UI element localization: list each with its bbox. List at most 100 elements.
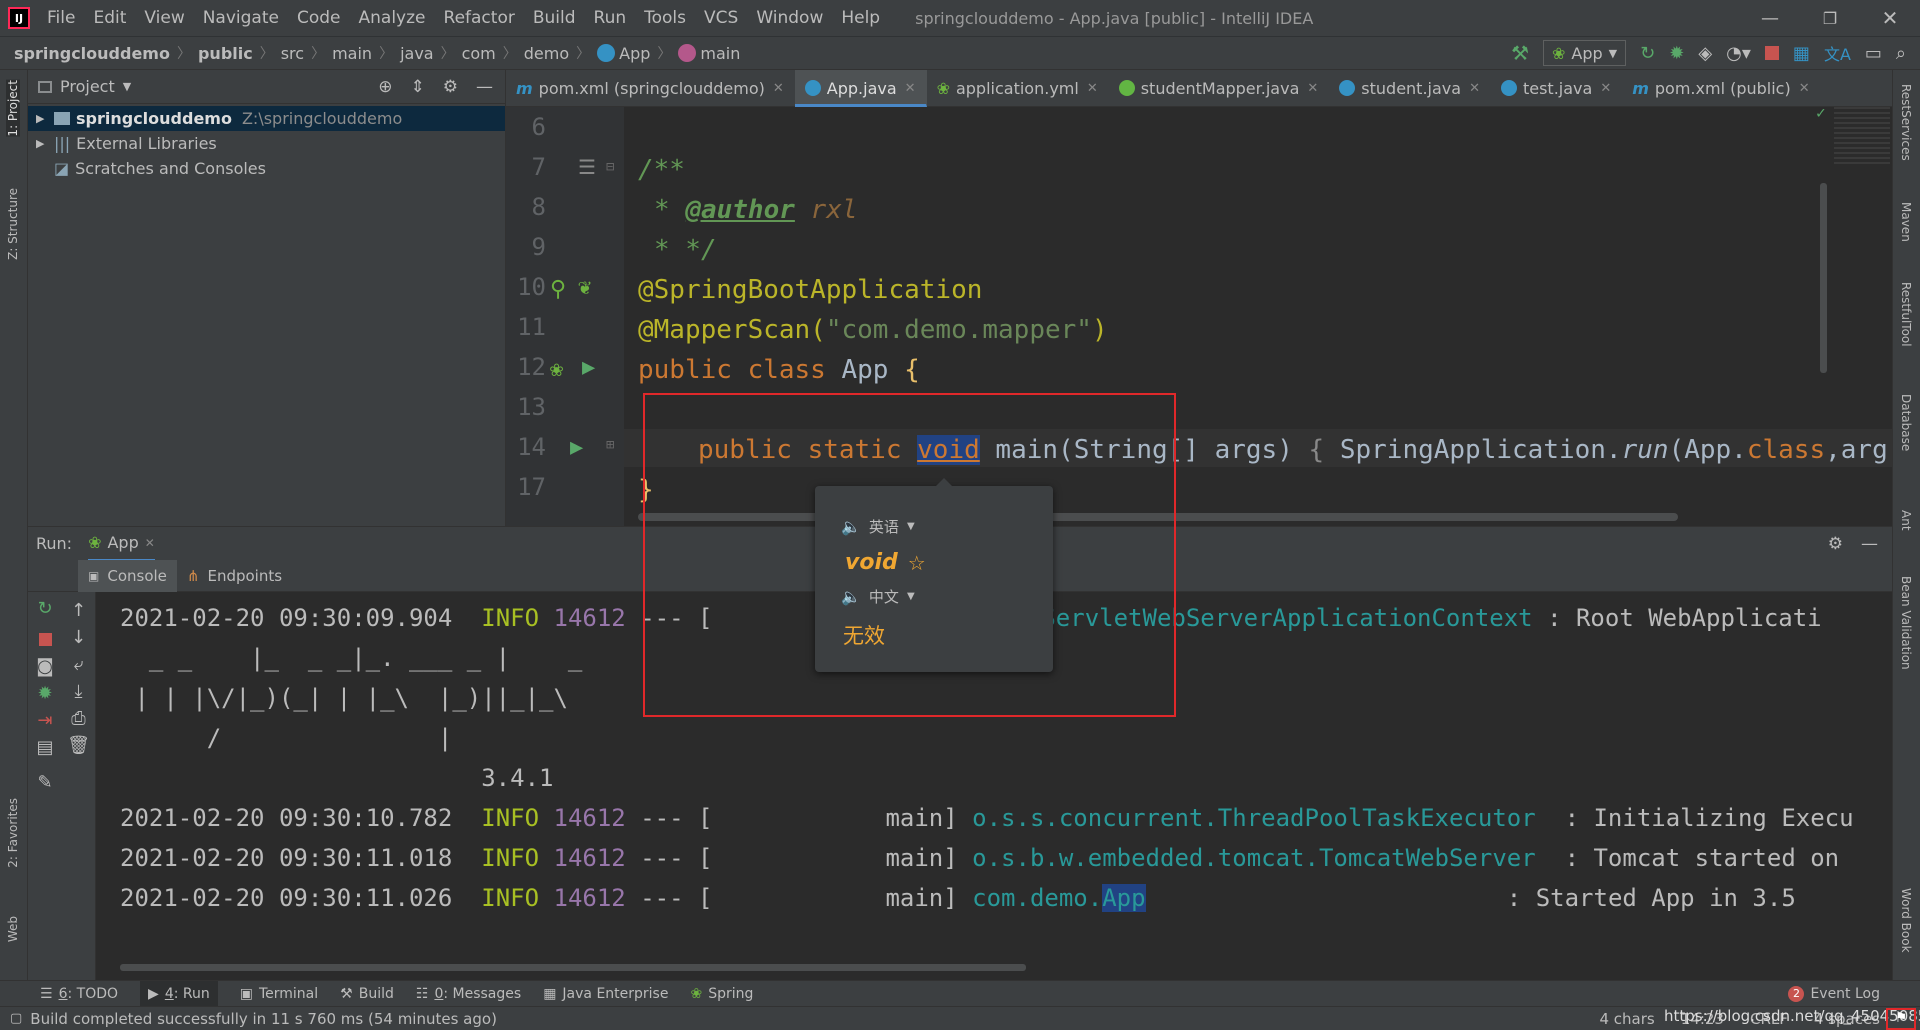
spring-leaf-icon[interactable]: ❦ xyxy=(578,275,591,300)
coverage-icon[interactable]: ◈ xyxy=(1698,43,1712,64)
messages-tool-button[interactable]: ☷ 0: Messages xyxy=(416,986,521,1002)
menu-run[interactable]: Run xyxy=(585,8,636,28)
menu-file[interactable]: File xyxy=(38,8,84,28)
chevron-down-icon[interactable]: ▼ xyxy=(907,591,915,602)
target-language-row[interactable]: 🔈 中文 ▼ xyxy=(841,586,915,607)
rerun-icon[interactable]: ↻ xyxy=(28,598,62,619)
java-enterprise-tool-button[interactable]: ▦ Java Enterprise xyxy=(543,986,668,1002)
tab-pom-springclouddemo[interactable]: m pom.xml (springclouddemo) ✕ xyxy=(506,70,795,107)
favorites-tool-button[interactable]: 2: Favorites xyxy=(6,798,20,868)
tab-endpoints[interactable]: ⋔ Endpoints xyxy=(177,560,292,592)
rest-services-tool-button[interactable]: RestServices xyxy=(1899,84,1913,161)
breadcrumb-project[interactable]: springclouddemo xyxy=(14,44,170,63)
tab-app-java[interactable]: App.java ✕ xyxy=(794,69,927,107)
tree-item-project[interactable]: ▶ springclouddemo Z:\springclouddemo xyxy=(28,106,505,131)
web-tool-button[interactable]: Web xyxy=(6,916,20,942)
collapse-all-icon[interactable]: ⇕ xyxy=(411,77,425,97)
speaker-icon[interactable]: 🔈 xyxy=(841,587,861,606)
search-icon[interactable]: ⌕ xyxy=(1896,43,1906,64)
close-icon[interactable]: ✕ xyxy=(145,536,155,550)
menu-build[interactable]: Build xyxy=(524,8,585,28)
word-book-tool-button[interactable]: Word Book xyxy=(1899,888,1913,953)
menu-tools[interactable]: Tools xyxy=(635,8,695,28)
layout-icon[interactable]: ▤ xyxy=(28,737,62,758)
tree-item-external-libraries[interactable]: ▶ ||| External Libraries xyxy=(28,131,505,156)
tab-console[interactable]: ▣ Console xyxy=(78,559,177,592)
run-tool-button[interactable]: ▶ 4: Run xyxy=(140,980,218,1007)
soft-wrap-icon[interactable]: ⤶ xyxy=(62,654,95,675)
run-config-tab[interactable]: ❀ App ✕ xyxy=(88,527,155,561)
build-tool-button[interactable]: ⚒ Build xyxy=(340,986,394,1002)
scroll-to-end-icon[interactable]: ⤓ xyxy=(62,681,95,702)
inspection-ok-icon[interactable]: ✓ xyxy=(1816,107,1826,122)
menu-window[interactable]: Window xyxy=(747,8,832,28)
fold-icon[interactable]: ⊞ xyxy=(606,437,614,453)
tab-pom-public[interactable]: m pom.xml (public) ✕ xyxy=(1622,70,1820,107)
spring-bean-icon[interactable]: ❀ xyxy=(550,357,563,382)
breadcrumb-src[interactable]: src xyxy=(281,44,304,63)
down-arrow-icon[interactable]: ↓ xyxy=(62,627,95,648)
close-icon[interactable]: ✕ xyxy=(1087,81,1098,96)
rerun-icon[interactable]: ↻ xyxy=(1640,43,1655,64)
breadcrumb-com[interactable]: com xyxy=(462,44,496,63)
trash-icon[interactable]: 🗑 xyxy=(62,735,95,756)
close-icon[interactable]: ✕ xyxy=(1860,6,1920,30)
project-structure-icon[interactable]: ▦ xyxy=(1793,43,1810,64)
status-message[interactable]: Build completed successfully in 11 s 760… xyxy=(30,1010,497,1028)
ant-tool-button[interactable]: Ant xyxy=(1899,510,1913,531)
fold-icon[interactable]: ⊟ xyxy=(606,159,614,175)
spring-tool-button[interactable]: ❀ Spring xyxy=(690,986,753,1002)
event-log-button[interactable]: 2 Event Log xyxy=(1788,985,1880,1002)
tab-test-java[interactable]: test.java ✕ xyxy=(1491,70,1622,107)
translate-icon[interactable]: 文A xyxy=(1824,41,1851,65)
close-icon[interactable]: ✕ xyxy=(1469,81,1480,96)
maven-tool-button[interactable]: Maven xyxy=(1899,202,1913,242)
menu-refactor[interactable]: Refactor xyxy=(435,8,524,28)
expand-arrow-icon[interactable]: ▶ xyxy=(36,137,54,150)
menu-view[interactable]: View xyxy=(135,8,193,28)
structure-tool-button[interactable]: Z: Structure xyxy=(6,188,20,260)
exit-icon[interactable]: ⇥ xyxy=(28,710,62,731)
stop-icon[interactable] xyxy=(1764,46,1779,60)
layout-icon[interactable]: ▭ xyxy=(1865,43,1882,64)
gear-icon[interactable]: ⚙ xyxy=(443,77,458,97)
horizontal-scrollbar[interactable] xyxy=(120,964,1026,971)
run-config-selector[interactable]: ❀ App ▼ xyxy=(1543,40,1627,66)
debug-icon[interactable]: ✹ xyxy=(1669,43,1684,64)
close-icon[interactable]: ✕ xyxy=(905,81,916,96)
close-icon[interactable]: ✕ xyxy=(1307,81,1318,96)
bean-validation-tool-button[interactable]: Bean Validation xyxy=(1899,576,1913,670)
menu-navigate[interactable]: Navigate xyxy=(194,8,288,28)
run-gutter-icon[interactable]: ▶ xyxy=(582,355,595,380)
intellij-logo-icon[interactable]: IJ xyxy=(8,7,30,29)
project-panel-title[interactable]: Project xyxy=(60,77,115,96)
debug-icon[interactable]: ✹ xyxy=(28,683,62,704)
vertical-scrollbar[interactable] xyxy=(1820,183,1827,373)
target-language[interactable]: 中文 xyxy=(869,586,899,607)
project-tool-button[interactable]: 1: Project xyxy=(6,80,20,137)
close-icon[interactable]: ✕ xyxy=(1600,81,1611,96)
menu-edit[interactable]: Edit xyxy=(84,8,135,28)
doc-render-icon[interactable]: ☰ xyxy=(578,155,596,179)
build-hammer-icon[interactable]: ⚒ xyxy=(1511,41,1529,65)
locate-icon[interactable]: ⊕ xyxy=(378,77,392,97)
hide-icon[interactable]: — xyxy=(1861,534,1878,554)
menu-help[interactable]: Help xyxy=(832,8,889,28)
breadcrumb-java[interactable]: java xyxy=(400,44,434,63)
restore-icon[interactable]: ❐ xyxy=(1800,9,1860,28)
tab-student-java[interactable]: student.java ✕ xyxy=(1329,70,1491,107)
chevron-down-icon[interactable]: ▼ xyxy=(123,80,131,93)
print-icon[interactable]: ⎙ xyxy=(62,708,95,729)
minimize-icon[interactable]: — xyxy=(1740,8,1800,29)
breadcrumb-main[interactable]: main xyxy=(332,44,372,63)
spring-bean-icon[interactable]: ⚲ xyxy=(550,277,566,302)
speaker-icon[interactable]: 🔈 xyxy=(841,517,861,536)
breadcrumb-method[interactable]: main xyxy=(700,44,740,63)
menu-code[interactable]: Code xyxy=(288,8,350,28)
breadcrumb-demo[interactable]: demo xyxy=(524,44,569,63)
tab-studentmapper-java[interactable]: studentMapper.java ✕ xyxy=(1109,70,1330,107)
camera-icon[interactable]: ◙ xyxy=(28,656,62,677)
source-language-row[interactable]: 🔈 英语 ▼ xyxy=(841,516,915,537)
run-gutter-icon[interactable]: ▶ xyxy=(570,435,583,460)
hide-icon[interactable]: — xyxy=(476,77,493,97)
